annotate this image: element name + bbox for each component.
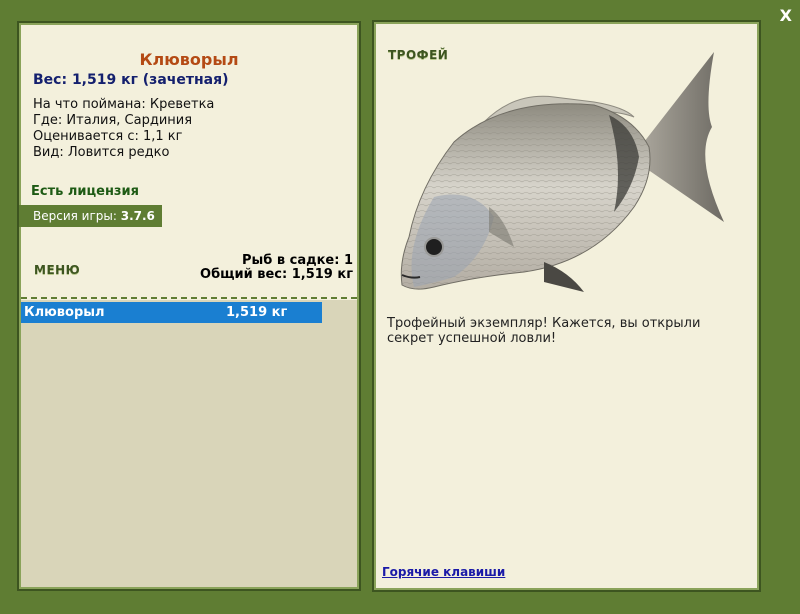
fish-weight: Вес: 1,519 кг (зачетная) — [33, 72, 229, 88]
game-version: Версия игры: 3.7.6 — [19, 205, 162, 227]
trophy-panel: ТРОФЕЙ Трофейный экземпляр! Кажется, вы … — [372, 20, 761, 592]
list-item-name: Клюворыл — [24, 305, 105, 320]
bait-info: На что поймана: Креветка — [33, 97, 215, 112]
version-label: Версия игры: — [33, 209, 121, 223]
list-item-weight: 1,519 кг — [226, 305, 288, 320]
fish-image — [400, 52, 724, 292]
location-info: Где: Италия, Сардиния — [33, 113, 193, 128]
list-item[interactable]: Клюворыл 1,519 кг — [21, 302, 322, 323]
trophy-description: Трофейный экземпляр! Кажется, вы открыли… — [387, 316, 701, 346]
fish-count: Рыб в садке: 1 — [241, 253, 353, 268]
keepnet-stats: Рыб в садке: 1 Общий вес: 1,519 кг — [200, 254, 353, 282]
catch-list — [21, 300, 357, 587]
catch-details-panel: Клюворыл Вес: 1,519 кг (зачетная) На что… — [17, 21, 361, 591]
license-status: Есть лицензия — [31, 184, 139, 199]
version-value: 3.7.6 — [120, 209, 155, 223]
total-weight: Общий вес: 1,519 кг — [200, 267, 353, 282]
fish-name: Клюворыл — [139, 50, 239, 69]
rarity-info: Вид: Ловится редко — [33, 145, 170, 160]
menu-button[interactable]: МЕНЮ — [34, 263, 80, 277]
hotkeys-link[interactable]: Горячие клавиши — [382, 565, 505, 579]
close-icon[interactable]: X — [780, 6, 792, 25]
divider — [21, 297, 357, 299]
value-info: Оценивается с: 1,1 кг — [33, 129, 183, 144]
